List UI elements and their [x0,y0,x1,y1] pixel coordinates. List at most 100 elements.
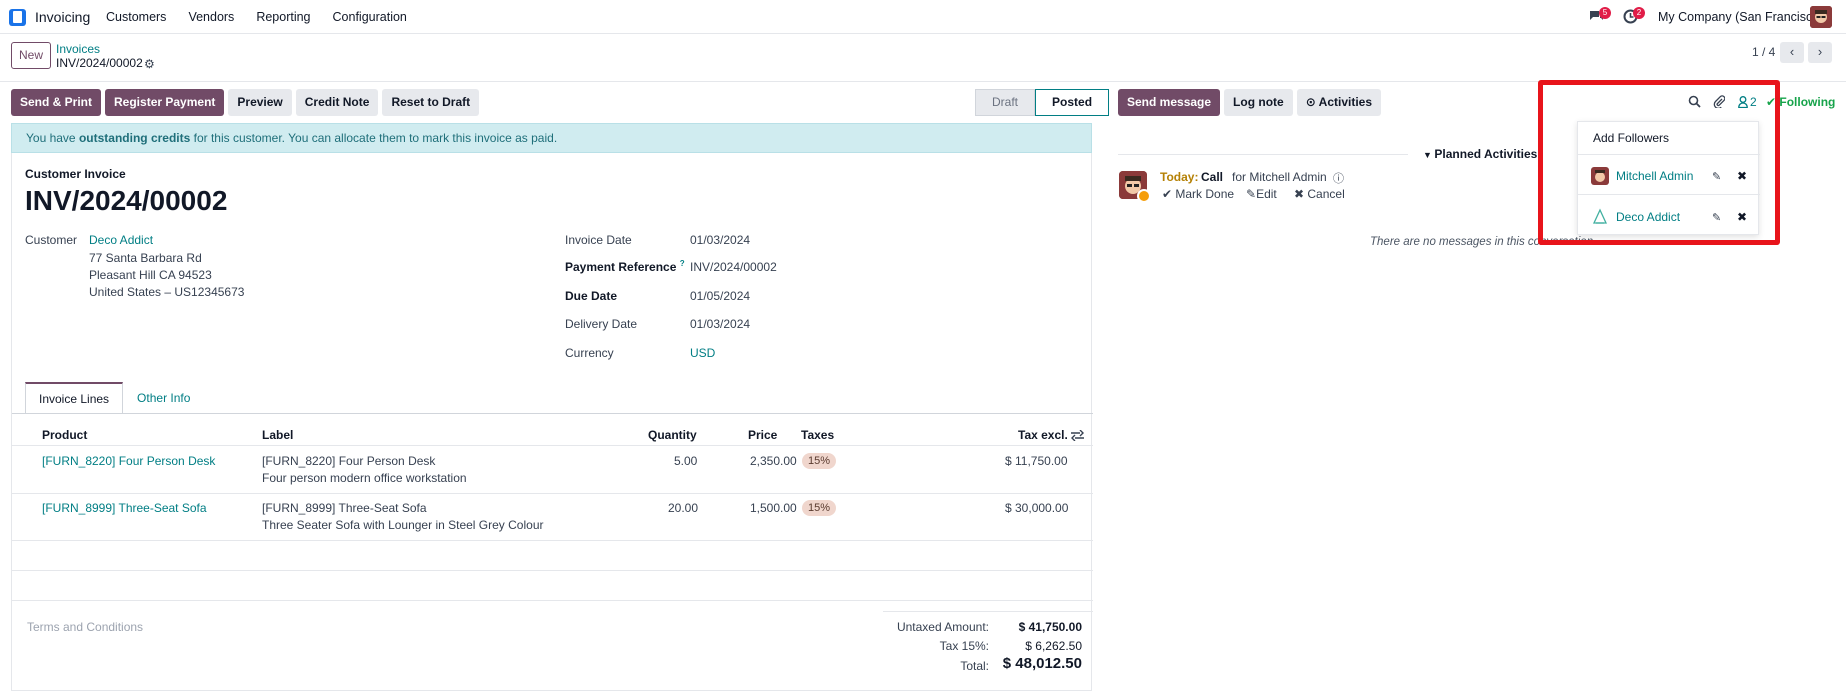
row-quantity[interactable]: 5.00 [674,454,697,468]
breadcrumb-current: INV/2024/00002 [56,56,143,70]
planned-divider-left [1118,154,1408,155]
gear-icon[interactable]: ⚙ [144,57,155,71]
col-quantity[interactable]: Quantity [648,428,697,442]
help-tooltip-icon[interactable]: ? [680,259,685,268]
row-product[interactable]: [FURN_8999] Three-Seat Sofa [42,501,207,515]
invoicing-app-icon[interactable] [9,9,26,26]
edit-activity-link[interactable]: ✎Edit [1246,187,1277,201]
outstanding-credits-alert: You have outstanding credits for this cu… [11,123,1092,153]
invoice-number: INV/2024/00002 [25,185,228,216]
row-divider [12,540,1093,541]
address-line: Pleasant Hill CA 94523 [89,268,212,282]
tax-value: $ 6,262.50 [1025,639,1082,653]
delivery-date-value[interactable]: 01/03/2024 [690,317,750,331]
cancel-label: Cancel [1307,187,1345,201]
mark-done-link[interactable]: ✔ Mark Done [1162,187,1234,201]
due-date-value[interactable]: 01/05/2024 [690,289,750,303]
pager-next-icon[interactable]: › [1808,42,1832,63]
row-tax-badge[interactable]: 15% [802,453,837,469]
planned-activities-toggle[interactable]: ▼ Planned Activities [1423,147,1537,161]
tax-label: Tax 15%: [939,639,989,653]
row-divider [12,493,1093,494]
activities-button-label: Activities [1318,95,1373,109]
register-payment-button[interactable]: Register Payment [105,89,225,116]
invoice-type-label: Customer Invoice [25,167,126,181]
alert-text-pre: You have [26,131,79,145]
planned-activities-label: Planned Activities [1434,147,1538,161]
following-label: Following [1779,95,1836,109]
col-tax-excl[interactable]: Tax excl. [1018,428,1068,442]
row-subtotal: $ 30,000.00 [1005,501,1069,515]
row-tax-badge[interactable]: 15% [802,500,837,516]
tab-other-info[interactable]: Other Info [123,382,204,414]
menu-reporting[interactable]: Reporting [256,10,310,24]
untaxed-amount-label: Untaxed Amount: [896,620,989,634]
alert-text-post: for this customer. You can allocate them… [190,131,558,145]
row-price[interactable]: 1,500.00 [750,501,797,515]
total-label: Total: [960,659,989,673]
edit-label: Edit [1256,187,1277,201]
row-price[interactable]: 2,350.00 [750,454,797,468]
invoice-date-label: Invoice Date [565,233,632,247]
company-switcher[interactable]: My Company (San Francisco) [1658,10,1823,24]
optional-columns-icon[interactable] [1071,430,1084,441]
currency-link[interactable]: USD [690,346,715,360]
payment-reference-value[interactable]: INV/2024/00002 [690,260,777,274]
send-message-button[interactable]: Send message [1118,89,1221,116]
row-quantity[interactable]: 20.00 [668,501,698,515]
terms-and-conditions-field[interactable]: Terms and Conditions [27,620,143,634]
col-price[interactable]: Price [748,428,777,442]
row-label[interactable]: [FURN_8999] Three-Seat Sofa [262,501,427,515]
activities-count-badge: 2 [1633,7,1645,19]
untaxed-amount-value: $ 41,750.00 [1018,620,1082,634]
reset-to-draft-button[interactable]: Reset to Draft [382,89,480,116]
clock-icon: ⊙ [1305,95,1319,109]
credit-note-button[interactable]: Credit Note [295,89,379,116]
phone-icon [1137,189,1151,203]
pager-value[interactable]: 1 / 4 [1752,45,1775,59]
user-avatar[interactable] [1810,6,1832,28]
total-value: $ 48,012.50 [1002,655,1082,672]
row-description[interactable]: Three Seater Sofa with Lounger in Steel … [262,518,543,532]
form-action-bar: Send & Print Register Payment Preview Cr… [11,89,480,116]
menu-vendors[interactable]: Vendors [188,10,234,24]
preview-button[interactable]: Preview [228,89,292,116]
cancel-activity-link[interactable]: ✖ Cancel [1294,187,1345,201]
row-description[interactable]: Four person modern office workstation [262,471,467,485]
tab-invoice-lines[interactable]: Invoice Lines [25,382,124,414]
col-taxes[interactable]: Taxes [801,428,834,442]
payment-reference-label: Payment Reference ? [565,259,685,274]
status-draft[interactable]: Draft [975,89,1036,116]
customer-label: Customer [25,233,78,247]
menu-customers[interactable]: Customers [106,10,166,24]
address-line: United States – US12345673 [89,285,245,299]
header-divider [12,445,1093,446]
delivery-date-label: Delivery Date [565,317,638,331]
invoice-form-sheet: Customer Invoice INV/2024/00002 Customer… [11,153,1093,691]
row-divider [12,570,1093,571]
activity-type: Call [1201,170,1224,184]
breadcrumb-invoices[interactable]: Invoices [56,42,100,56]
messages-count-badge: 5 [1599,7,1611,19]
app-name[interactable]: Invoicing [35,9,90,25]
send-print-button[interactable]: Send & Print [11,89,102,116]
address-line: 77 Santa Barbara Rd [89,251,202,265]
menu-configuration[interactable]: Configuration [333,10,407,24]
row-product[interactable]: [FURN_8220] Four Person Desk [42,454,215,468]
activities-button[interactable]: ⊙ Activities [1296,89,1382,116]
status-posted[interactable]: Posted [1035,89,1110,116]
pager-previous-icon[interactable]: ‹ [1780,42,1804,63]
log-note-button[interactable]: Log note [1224,89,1293,116]
customer-link[interactable]: Deco Addict [89,233,153,247]
new-button[interactable]: New [11,42,51,69]
row-label[interactable]: [FURN_8220] Four Person Desk [262,454,435,468]
outstanding-credits-link[interactable]: outstanding credits [79,131,190,145]
col-label[interactable]: Label [262,428,293,442]
info-icon[interactable]: ⓘ [1333,170,1344,186]
highlight-annotation-box [1538,80,1780,245]
invoice-date-value[interactable]: 01/03/2024 [690,233,750,247]
check-icon: ✔ [1162,187,1176,201]
col-product[interactable]: Product [42,428,87,442]
close-icon: ✖ [1294,187,1308,201]
mark-done-label: Mark Done [1175,187,1235,201]
